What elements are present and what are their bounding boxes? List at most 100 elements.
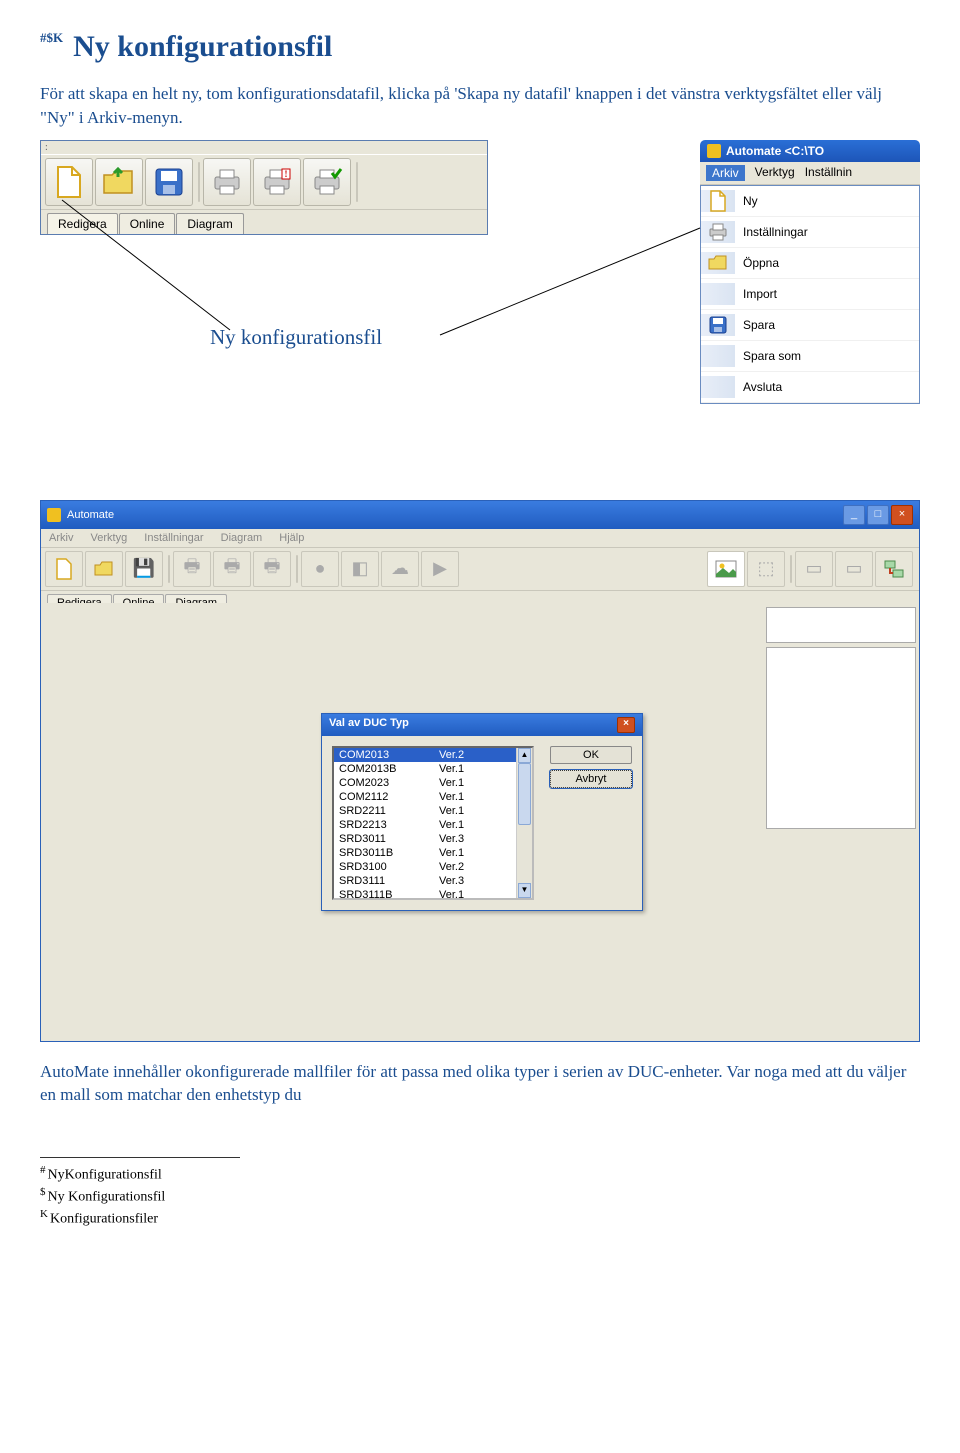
- list-item[interactable]: COM2013Ver.2: [334, 748, 532, 762]
- new-file-icon[interactable]: [45, 551, 83, 587]
- toolbar-icons: !: [41, 155, 487, 210]
- duc-version: Ver.1: [439, 791, 464, 803]
- menu-label: Ny: [743, 194, 758, 208]
- scrollbar[interactable]: ▲ ▼: [516, 748, 532, 898]
- duc-version: Ver.3: [439, 875, 464, 887]
- list-item[interactable]: COM2112Ver.1: [334, 790, 532, 804]
- list-item[interactable]: COM2013BVer.1: [334, 762, 532, 776]
- close-button[interactable]: ×: [617, 717, 635, 733]
- duc-name: COM2112: [339, 791, 439, 803]
- picture-icon[interactable]: [707, 551, 745, 587]
- save-icon[interactable]: [145, 158, 193, 206]
- ok-button[interactable]: OK: [550, 746, 632, 764]
- toolbar-divider: [790, 555, 792, 583]
- disabled-icon: ●: [301, 551, 339, 587]
- network-icon[interactable]: [875, 551, 913, 587]
- save-icon[interactable]: 💾: [125, 551, 163, 587]
- print-icon[interactable]: 🖶: [213, 551, 251, 587]
- menu-label: Spara som: [743, 349, 801, 363]
- list-item[interactable]: SRD3011Ver.3: [334, 832, 532, 846]
- menu-item-import[interactable]: Import: [701, 279, 919, 310]
- blank-icon: [701, 283, 735, 305]
- menu-item-avsluta[interactable]: Avsluta: [701, 372, 919, 403]
- list-item[interactable]: COM2023Ver.1: [334, 776, 532, 790]
- print-icon[interactable]: [203, 158, 251, 206]
- file-icon: [701, 190, 735, 212]
- folder-icon: [701, 252, 735, 274]
- duc-type-list[interactable]: COM2013Ver.2COM2013BVer.1COM2023Ver.1COM…: [332, 746, 534, 900]
- menu-verktyg[interactable]: Verktyg: [91, 532, 128, 544]
- duc-name: SRD2213: [339, 819, 439, 831]
- list-item[interactable]: SRD3111BVer.1: [334, 888, 532, 900]
- main-toolbar: 💾 🖶 🖶 🖶 ● ◧ ☁ ▶ ⬚ ▭ ▭: [41, 548, 919, 591]
- duc-name: SRD3011: [339, 833, 439, 845]
- menu-item-spara[interactable]: Spara: [701, 310, 919, 341]
- close-button[interactable]: ×: [891, 505, 913, 525]
- menu-verktyg[interactable]: Verktyg: [755, 165, 795, 181]
- list-item[interactable]: SRD2211Ver.1: [334, 804, 532, 818]
- list-item[interactable]: SRD3111Ver.3: [334, 874, 532, 888]
- duc-name: SRD3111: [339, 875, 439, 887]
- toolbar-divider: [168, 555, 170, 583]
- app-window-screenshot: Automate _ □ × Arkiv Verktyg Inställning…: [40, 500, 920, 1042]
- disabled-icon: ▭: [835, 551, 873, 587]
- menu-label: Spara: [743, 318, 775, 332]
- list-item[interactable]: SRD3011BVer.1: [334, 846, 532, 860]
- menubar: Arkiv Verktyg Inställnin: [700, 162, 920, 185]
- blank-icon: [701, 345, 735, 367]
- content-area: Val av DUC Typ × COM2013Ver.2COM2013BVer…: [41, 603, 919, 1041]
- disabled-icon: ▶: [421, 551, 459, 587]
- menu-label: Import: [743, 287, 777, 301]
- toolbar-divider: [296, 555, 298, 583]
- page-title: Ny konfigurationsfil: [73, 30, 332, 63]
- tab-online[interactable]: Online: [119, 213, 176, 234]
- list-item[interactable]: SRD3100Ver.2: [334, 860, 532, 874]
- duc-version: Ver.2: [439, 861, 464, 873]
- menu-installnin[interactable]: Inställnin: [805, 165, 852, 181]
- dropdown-list: Ny Inställningar Öppna Import: [700, 185, 920, 404]
- duc-version: Ver.3: [439, 833, 464, 845]
- duc-name: COM2013: [339, 749, 439, 761]
- menu-arkiv[interactable]: Arkiv: [706, 165, 745, 181]
- duc-version: Ver.1: [439, 805, 464, 817]
- duc-name: SRD3111B: [339, 889, 439, 900]
- tab-diagram[interactable]: Diagram: [176, 213, 243, 234]
- scroll-thumb[interactable]: [518, 763, 531, 825]
- duc-name: COM2013B: [339, 763, 439, 775]
- print-warn-icon[interactable]: !: [253, 158, 301, 206]
- menu-installningar[interactable]: Inställningar: [144, 532, 203, 544]
- duc-name: SRD3011B: [339, 847, 439, 859]
- scroll-down-arrow[interactable]: ▼: [518, 883, 531, 898]
- menu-item-installningar[interactable]: Inställningar: [701, 217, 919, 248]
- print-icon[interactable]: 🖶: [173, 551, 211, 587]
- menu-item-spara-som[interactable]: Spara som: [701, 341, 919, 372]
- disabled-icon: ☁: [381, 551, 419, 587]
- window-title: Automate: [67, 509, 114, 521]
- menu-label: Inställningar: [743, 225, 808, 239]
- menu-item-oppna[interactable]: Öppna: [701, 248, 919, 279]
- print-ok-icon[interactable]: [303, 158, 351, 206]
- avbryt-button[interactable]: Avbryt: [550, 770, 632, 788]
- tab-redigera[interactable]: Redigera: [47, 213, 118, 234]
- maximize-button[interactable]: □: [867, 505, 889, 525]
- open-folder-icon[interactable]: [95, 158, 143, 206]
- menu-hjalp[interactable]: Hjälp: [279, 532, 304, 544]
- duc-name: SRD3100: [339, 861, 439, 873]
- ref-mark: #$K: [40, 30, 63, 45]
- minimize-button[interactable]: _: [843, 505, 865, 525]
- footnote: KKonfigurationsfiler: [40, 1207, 920, 1229]
- app-logo-icon: [47, 508, 61, 522]
- footnote-separator: [40, 1157, 240, 1158]
- list-item[interactable]: SRD2213Ver.1: [334, 818, 532, 832]
- menu-arkiv[interactable]: Arkiv: [49, 532, 73, 544]
- menu-item-ny[interactable]: Ny: [701, 186, 919, 217]
- scroll-up-arrow[interactable]: ▲: [518, 748, 531, 763]
- open-folder-icon[interactable]: [85, 551, 123, 587]
- figure-group: : ! Redigera Online: [40, 140, 920, 460]
- duc-version: Ver.1: [439, 847, 464, 859]
- new-file-icon[interactable]: [45, 158, 93, 206]
- print-icon[interactable]: 🖶: [253, 551, 291, 587]
- menu-diagram[interactable]: Diagram: [221, 532, 263, 544]
- side-panel: [766, 647, 916, 829]
- window-title: Automate <C:\TO: [726, 144, 824, 158]
